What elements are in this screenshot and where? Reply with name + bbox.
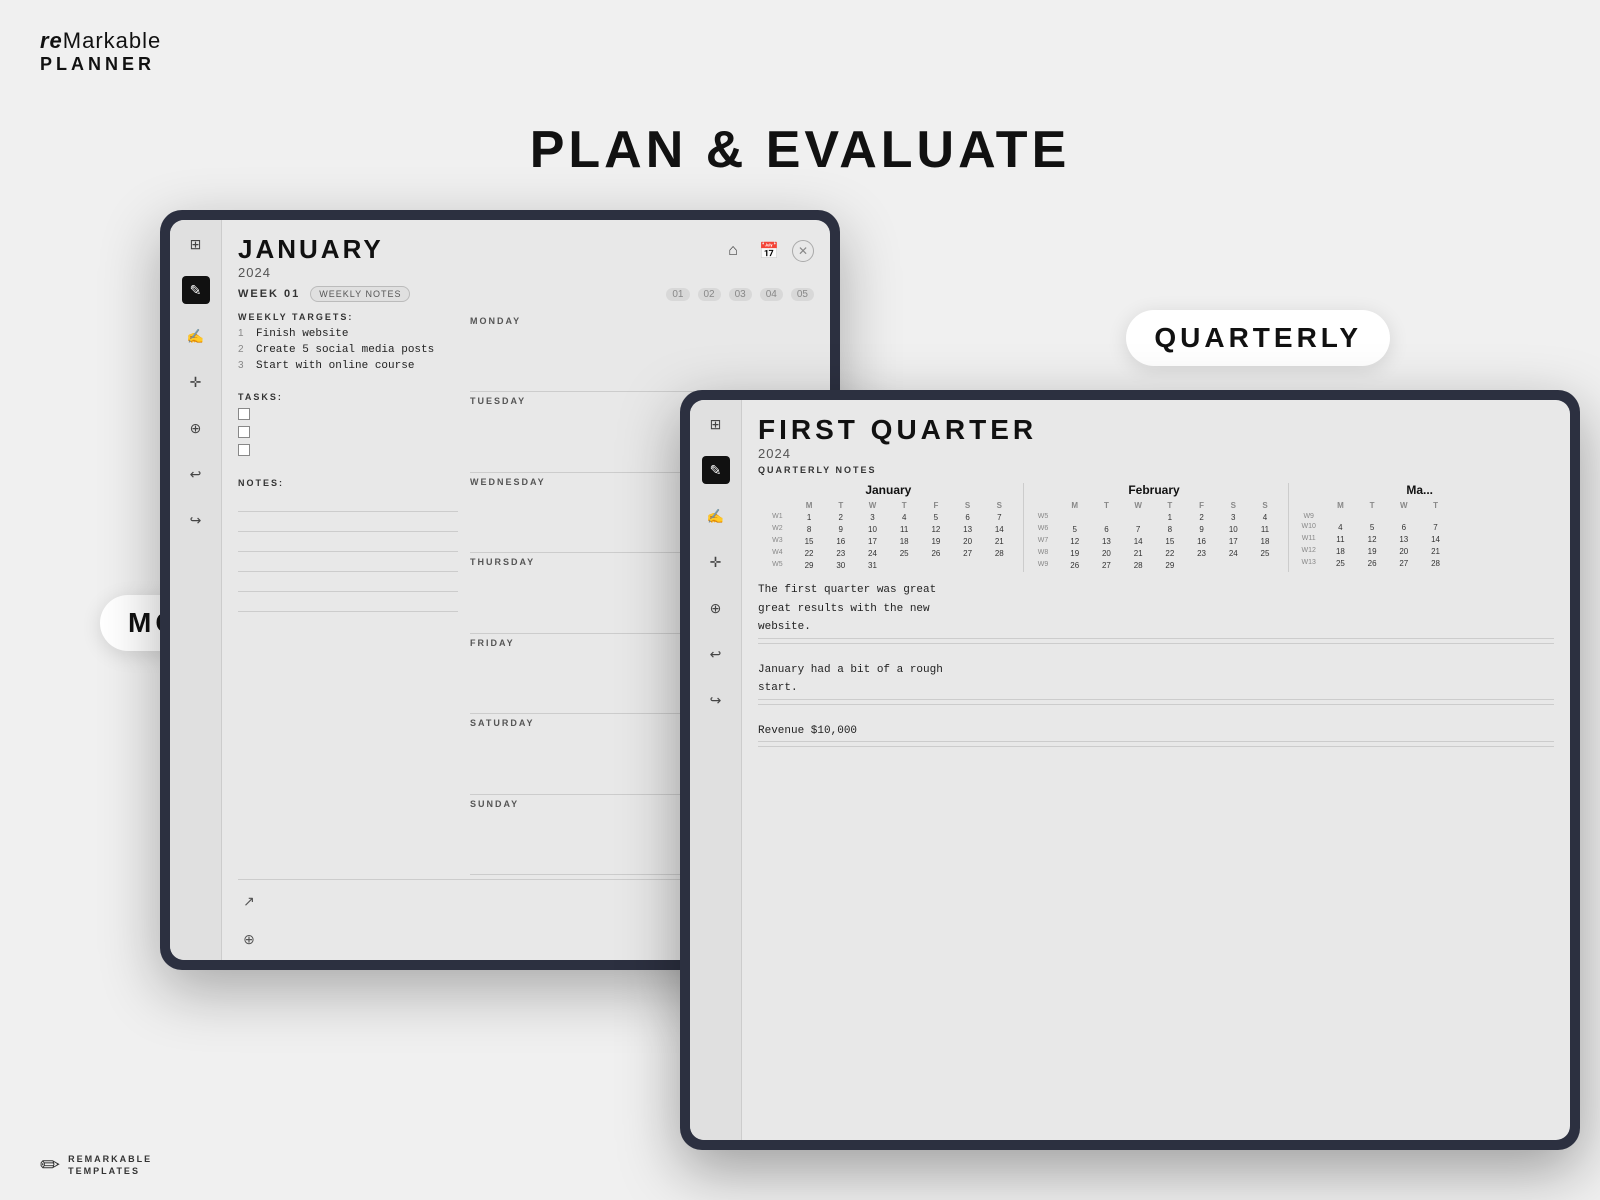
quarterly-sidebar: ⊞ ✎ ✍ ✛ ⊕ ↩ ↪ (690, 400, 742, 1140)
brand-name: reMarkable (40, 28, 161, 54)
q-note-1-text3: website. (758, 619, 1554, 636)
q-note-2-text: January had a bit of a rough (758, 662, 1554, 679)
note-line-4 (238, 554, 458, 572)
q-back-icon[interactable]: ↩ (702, 640, 730, 668)
q-grid-icon[interactable]: ⊞ (702, 410, 730, 438)
export-icon[interactable]: ↗ (238, 890, 260, 912)
q-forward-icon[interactable]: ↪ (702, 686, 730, 714)
task-1 (238, 408, 458, 420)
february-calendar: February M T W T F S S W51234 W656789101… (1024, 483, 1290, 572)
weekly-sidebar: ⊞ ✎ ✍ ✛ ⊕ ↩ ↪ (170, 220, 222, 960)
quarterly-notes-body: The first quarter was great great result… (758, 582, 1554, 1140)
week-num-3[interactable]: 03 (729, 288, 752, 301)
calendar-icon[interactable]: 📅 (756, 238, 782, 264)
task-checkbox-1[interactable] (238, 408, 250, 420)
target-3: 3 Start with online course (238, 360, 458, 372)
weekly-notes-button[interactable]: WEEKLY NOTES (310, 286, 410, 302)
q-note-1-text2: great results with the new (758, 601, 1554, 618)
tasks-section: TASKS: (238, 392, 458, 462)
march-calendar: Ma... M T W T W9 W104567 W1111121314 W12… (1289, 483, 1554, 572)
brand-subtitle: PLANNER (40, 54, 161, 75)
q-note-2: January had a bit of a rough start. (758, 662, 1554, 709)
target-2-text: Create 5 social media posts (256, 344, 434, 356)
edit2-icon[interactable]: ✍ (182, 322, 210, 350)
logo: reMarkable PLANNER (40, 28, 161, 75)
note-line-3 (238, 534, 458, 552)
q-move-icon[interactable]: ✛ (702, 548, 730, 576)
notes-label: NOTES: (238, 478, 458, 488)
close-button[interactable]: ✕ (792, 240, 814, 262)
targets-label: WEEKLY TARGETS: (238, 312, 458, 322)
layers-icon[interactable]: ⊕ (238, 928, 260, 950)
weekly-year: 2024 (238, 265, 384, 280)
q-note-1-text: The first quarter was great (758, 582, 1554, 599)
quarterly-label: QUARTERLY (1126, 310, 1390, 366)
quarterly-title: FIRST QUARTER (758, 414, 1037, 446)
bottom-logo: ✏ REMARKABLE TEMPLATES (40, 1151, 152, 1180)
task-checkbox-2[interactable] (238, 426, 250, 438)
target-2: 2 Create 5 social media posts (238, 344, 458, 356)
task-2 (238, 426, 458, 438)
page-title: PLAN & EVALUATE (530, 120, 1071, 180)
q-edit2-icon[interactable]: ✍ (702, 502, 730, 530)
q-zoom-icon[interactable]: ⊕ (702, 594, 730, 622)
task-3 (238, 444, 458, 456)
january-calendar: January M T W T F S S W11234567 W2891011… (758, 483, 1024, 572)
quarterly-tablet: ⊞ ✎ ✍ ✛ ⊕ ↩ ↪ FIRST QUARTER 2024 QUARTER… (680, 390, 1580, 1150)
note-line-2 (238, 514, 458, 532)
pencil-icon: ✏ (40, 1151, 60, 1180)
q-note-1: The first quarter was great great result… (758, 582, 1554, 648)
notes-section: NOTES: (238, 478, 458, 614)
tasks-label: TASKS: (238, 392, 458, 402)
week-num-2[interactable]: 02 (698, 288, 721, 301)
note-line-6 (238, 594, 458, 612)
grid-icon[interactable]: ⊞ (182, 230, 210, 258)
note-line-5 (238, 574, 458, 592)
week-num-4[interactable]: 04 (760, 288, 783, 301)
back-icon[interactable]: ↩ (182, 460, 210, 488)
week-numbers: 01 02 03 04 05 (666, 288, 814, 301)
move-icon[interactable]: ✛ (182, 368, 210, 396)
note-line-1 (238, 494, 458, 512)
weekly-month: JANUARY (238, 234, 384, 265)
quarterly-year: 2024 (758, 446, 1037, 461)
q-edit-icon[interactable]: ✎ (702, 456, 730, 484)
task-checkbox-3[interactable] (238, 444, 250, 456)
bottom-logo-text: REMARKABLE TEMPLATES (68, 1154, 152, 1177)
home-icon[interactable]: ⌂ (720, 238, 746, 264)
monday-row: MONDAY (470, 312, 814, 392)
q-note-2-text2: start. (758, 680, 1554, 697)
target-1-text: Finish website (256, 328, 348, 340)
target-3-text: Start with online course (256, 360, 414, 372)
week-num-5[interactable]: 05 (791, 288, 814, 301)
targets-section: WEEKLY TARGETS: 1 Finish website 2 Creat… (238, 312, 458, 376)
q-note-3: Revenue $10,000 (758, 723, 1554, 752)
q-note-3-text: Revenue $10,000 (758, 723, 1554, 740)
week-num-1[interactable]: 01 (666, 288, 689, 301)
forward-icon[interactable]: ↪ (182, 506, 210, 534)
week-label: WEEK 01 (238, 288, 300, 300)
edit-icon[interactable]: ✎ (182, 276, 210, 304)
quarterly-content: FIRST QUARTER 2024 QUARTERLY NOTES Janua… (742, 400, 1570, 1140)
zoom-icon[interactable]: ⊕ (182, 414, 210, 442)
target-1: 1 Finish website (238, 328, 458, 340)
calendar-grid: January M T W T F S S W11234567 W2891011… (758, 483, 1554, 572)
quarterly-notes-label: QUARTERLY NOTES (758, 465, 1554, 475)
